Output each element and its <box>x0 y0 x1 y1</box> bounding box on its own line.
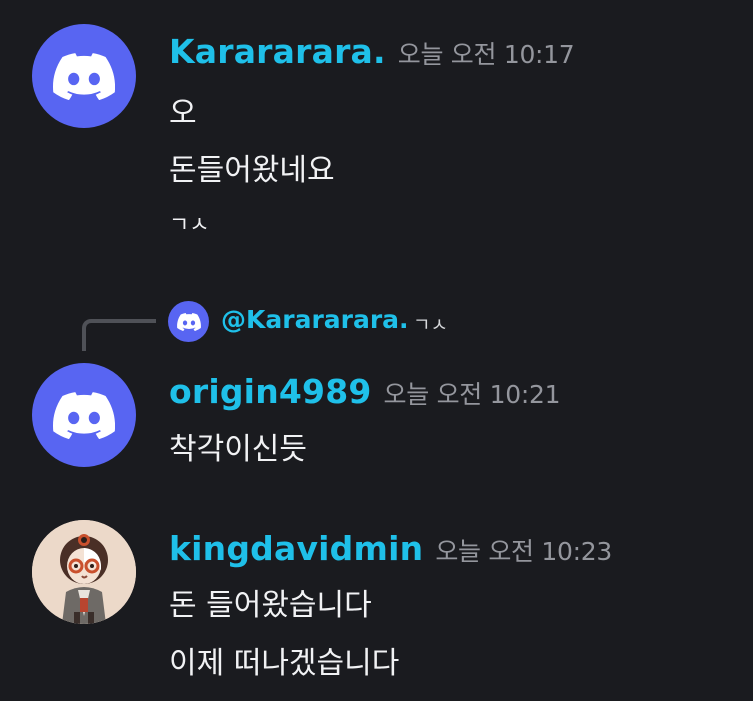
discord-logo-icon <box>53 391 115 439</box>
timestamp: 오늘 오전 10:23 <box>435 537 612 566</box>
chat-log: Karararara. 오늘 오전 10:17 오 돈들어왔네요 ㄱㅅ @Kara… <box>0 0 753 701</box>
message-text: 돈 들어왔습니다 <box>169 588 372 623</box>
message-text: 이제 떠나겠습니다 <box>169 646 400 681</box>
message-header: kingdavidmin 오늘 오전 10:23 <box>169 529 612 568</box>
user-avatar[interactable] <box>32 24 136 128</box>
discord-logo-icon <box>53 52 115 100</box>
discord-logo-icon <box>176 312 201 331</box>
character-avatar-icon <box>32 520 136 624</box>
message-text: 오 <box>169 96 197 131</box>
reply-preview[interactable]: ㄱㅅ <box>413 310 448 337</box>
message-header: Karararara. 오늘 오전 10:17 <box>169 32 575 71</box>
user-avatar[interactable] <box>32 520 136 624</box>
message-text: ㄱㅅ <box>169 213 210 238</box>
reply-connector <box>82 319 156 351</box>
reply-mention[interactable]: @Karararara. <box>221 305 409 334</box>
timestamp: 오늘 오전 10:21 <box>383 380 561 409</box>
timestamp: 오늘 오전 10:17 <box>397 40 575 69</box>
message-text: 착각이신듯 <box>169 432 307 467</box>
username[interactable]: origin4989 <box>169 372 372 411</box>
reply-avatar[interactable] <box>168 301 209 342</box>
message-text: 돈들어왔네요 <box>169 153 335 188</box>
user-avatar[interactable] <box>32 363 136 467</box>
message-header: origin4989 오늘 오전 10:21 <box>169 372 560 411</box>
username[interactable]: Karararara. <box>169 32 386 71</box>
username[interactable]: kingdavidmin <box>169 529 423 568</box>
